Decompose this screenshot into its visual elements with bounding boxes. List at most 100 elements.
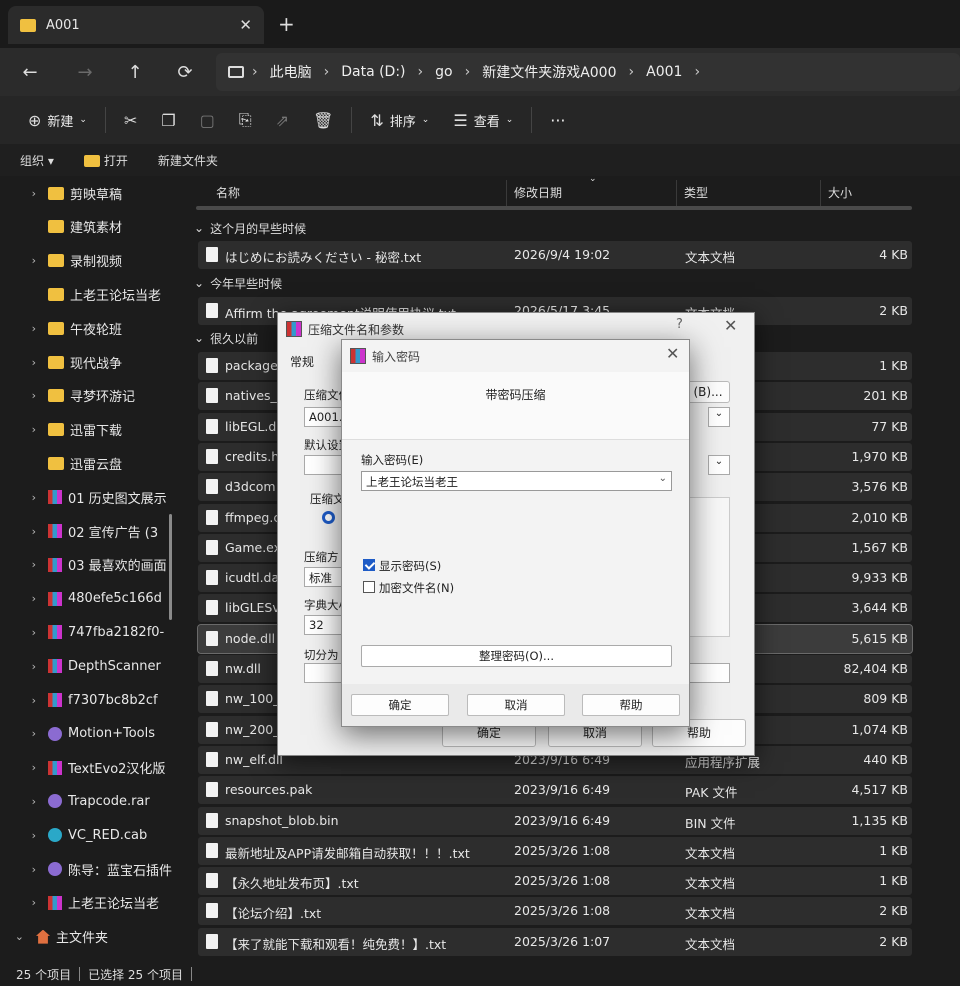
format-radio[interactable] (322, 511, 335, 524)
table-row[interactable]: 【论坛介绍】.txt 2025/3/26 1:08 文本文档 2 KB (198, 897, 912, 926)
split-volume-field[interactable] (304, 663, 344, 683)
dictionary-size-field[interactable]: 32 (304, 615, 344, 635)
chevron-right-icon[interactable]: › (0, 795, 48, 808)
close-icon[interactable]: ✕ (666, 344, 679, 363)
organize-button[interactable]: 组织 ▾ (20, 152, 54, 169)
chevron-right-icon[interactable]: › (0, 863, 48, 876)
table-row[interactable]: resources.pak 2023/9/16 6:49 PAK 文件 4,517 K… (198, 776, 912, 805)
column-divider[interactable] (506, 180, 507, 206)
sidebar-item[interactable]: › 录制视频 (0, 244, 182, 278)
sidebar-item[interactable]: › 02 宣传广告 (3 (0, 514, 182, 548)
cut-button[interactable]: ✂ (112, 103, 149, 137)
default-settings-field[interactable] (304, 455, 344, 475)
table-row[interactable]: 【永久地址发布页】.txt 2025/3/26 1:08 文本文档 1 KB (198, 867, 912, 896)
chevron-right-icon[interactable]: › (0, 187, 48, 200)
sidebar-item[interactable]: › Motion+Tools (0, 717, 182, 751)
encrypt-filenames-checkbox[interactable] (363, 581, 375, 593)
sidebar-item[interactable]: › 寻梦环游记 (0, 379, 182, 413)
sidebar-item[interactable]: › Trapcode.rar (0, 784, 182, 818)
sidebar-item[interactable]: › 剪映草稿 (0, 176, 182, 210)
new-folder-button[interactable]: 新建文件夹 (158, 152, 218, 169)
table-row[interactable]: snapshot_blob.bin 2023/9/16 6:49 BIN 文件 1,1… (198, 806, 912, 835)
chevron-right-icon[interactable]: › (0, 254, 48, 267)
sidebar-item[interactable]: › TextEvo2汉化版 (0, 751, 182, 785)
chevron-right-icon[interactable]: › (0, 389, 48, 402)
sidebar-item[interactable]: › 现代战争 (0, 345, 182, 379)
group-header[interactable]: ⌄ 这个月的早些时候 (194, 216, 306, 240)
chevron-right-icon[interactable]: › (0, 491, 48, 504)
sidebar-item[interactable]: › 上老王论坛当老 (0, 886, 182, 920)
new-button[interactable]: ⊕ 新建 ⌄ (16, 103, 99, 137)
encrypt-filenames-label[interactable]: 加密文件名(N) (379, 580, 454, 596)
delete-button[interactable]: 🗑 (301, 103, 345, 137)
open-button[interactable]: 打开 (83, 152, 128, 169)
breadcrumb-item[interactable]: go (423, 64, 464, 80)
table-row[interactable]: 【来了就能下载和观看！纯免费！】.txt 2025/3/26 1:07 文本文档 2 … (198, 927, 912, 956)
rename-button[interactable]: ⎘ (227, 103, 264, 137)
cancel-button[interactable]: 取消 (467, 694, 565, 716)
column-type[interactable]: 类型 (684, 184, 708, 201)
show-password-checkbox[interactable] (363, 559, 375, 571)
sidebar-item[interactable]: 上老王论坛当老 (0, 277, 182, 311)
chevron-right-icon[interactable]: › (0, 322, 48, 335)
chevron-right-icon[interactable]: › (0, 660, 48, 673)
group-header[interactable]: ⌄ 今年早些时候 (194, 271, 282, 295)
view-button[interactable]: ☰ 查看 ⌄ (441, 103, 525, 137)
close-icon[interactable]: ✕ (724, 316, 737, 335)
column-divider[interactable] (676, 180, 677, 206)
sidebar-item[interactable]: › VC_RED.cab (0, 818, 182, 852)
table-row[interactable]: はじめにお読みください - 秘密.txt 2026/9/4 19:02 文本文档 4 … (198, 241, 912, 269)
browse-button[interactable]: (B)... (686, 381, 730, 403)
sidebar-item[interactable]: › 午夜轮班 (0, 311, 182, 345)
chevron-right-icon[interactable]: › (0, 558, 48, 571)
chevron-down-icon[interactable]: ⌄ (708, 407, 730, 427)
share-button[interactable]: ⇗ (264, 103, 301, 137)
horizontal-scrollbar[interactable] (196, 206, 912, 210)
chevron-right-icon[interactable]: › (0, 423, 48, 436)
chevron-right-icon[interactable]: › (0, 727, 48, 740)
sidebar-item[interactable]: ⌄ 主文件夹 (0, 920, 182, 954)
column-date[interactable]: 修改日期 (514, 184, 562, 201)
archive-name-field[interactable]: A001.r (304, 407, 347, 427)
sidebar-item[interactable]: › f7307bc8b2cf (0, 683, 182, 717)
show-password-label[interactable]: 显示密码(S) (379, 558, 441, 574)
table-row[interactable]: 最新地址及APP请发邮箱自动获取！！！.txt 2025/3/26 1:08 文本文… (198, 836, 912, 865)
sidebar-item[interactable]: › 747fba2182f0- (0, 615, 182, 649)
help-icon[interactable]: ? (676, 317, 683, 332)
sidebar-item[interactable]: › 迅雷下载 (0, 413, 182, 447)
column-name[interactable]: 名称 (216, 184, 240, 201)
new-tab-button[interactable]: + (278, 12, 295, 36)
chevron-right-icon[interactable]: › (0, 829, 48, 842)
sidebar-item[interactable]: › 03 最喜欢的画面 (0, 548, 182, 582)
sidebar-item[interactable]: 建筑素材 (0, 210, 182, 244)
more-button[interactable]: ··· (538, 103, 577, 137)
ok-button[interactable]: 确定 (351, 694, 449, 716)
paste-button[interactable]: ▢ (188, 103, 227, 137)
password-input[interactable]: 上老王论坛当老王 ⌄ (361, 471, 672, 491)
forward-button[interactable]: → (60, 62, 110, 83)
tab-a001[interactable]: A001 ✕ (8, 6, 264, 44)
column-size[interactable]: 大小 (828, 184, 852, 201)
sidebar-item[interactable]: 迅雷云盘 (0, 446, 182, 480)
back-button[interactable]: ← (0, 62, 60, 83)
breadcrumb-item[interactable]: Data (D:) (329, 64, 417, 80)
chevron-right-icon[interactable]: › (0, 356, 48, 369)
sidebar-item[interactable]: › 01 历史图文展示 (0, 480, 182, 514)
chevron-right-icon[interactable]: › (0, 896, 48, 909)
sort-button[interactable]: ⇅ 排序 ⌄ (358, 103, 441, 137)
organize-passwords-button[interactable]: 整理密码(O)... (361, 645, 672, 667)
chevron-down-icon[interactable]: ⌄ (708, 455, 730, 475)
breadcrumb[interactable]: › 此电脑 › Data (D:) › go › 新建文件夹游戏A000 › A… (216, 53, 960, 91)
sidebar-item[interactable]: › 陈导：蓝宝石插件 (0, 852, 182, 886)
breadcrumb-item[interactable]: 新建文件夹游戏A000 (470, 62, 628, 82)
chevron-right-icon[interactable]: › (0, 694, 48, 707)
chevron-right-icon[interactable]: ⌄ (0, 930, 36, 943)
compression-method-field[interactable]: 标准 (304, 567, 344, 587)
group-header[interactable]: ⌄ 很久以前 (194, 326, 258, 350)
sidebar-item[interactable]: › 480efe5c166d (0, 582, 182, 616)
chevron-right-icon[interactable]: › (0, 592, 48, 605)
help-button[interactable]: 帮助 (582, 694, 680, 716)
split-unit-field[interactable] (686, 663, 730, 683)
chevron-right-icon[interactable]: › (0, 525, 48, 538)
breadcrumb-item[interactable]: A001 (634, 64, 694, 80)
